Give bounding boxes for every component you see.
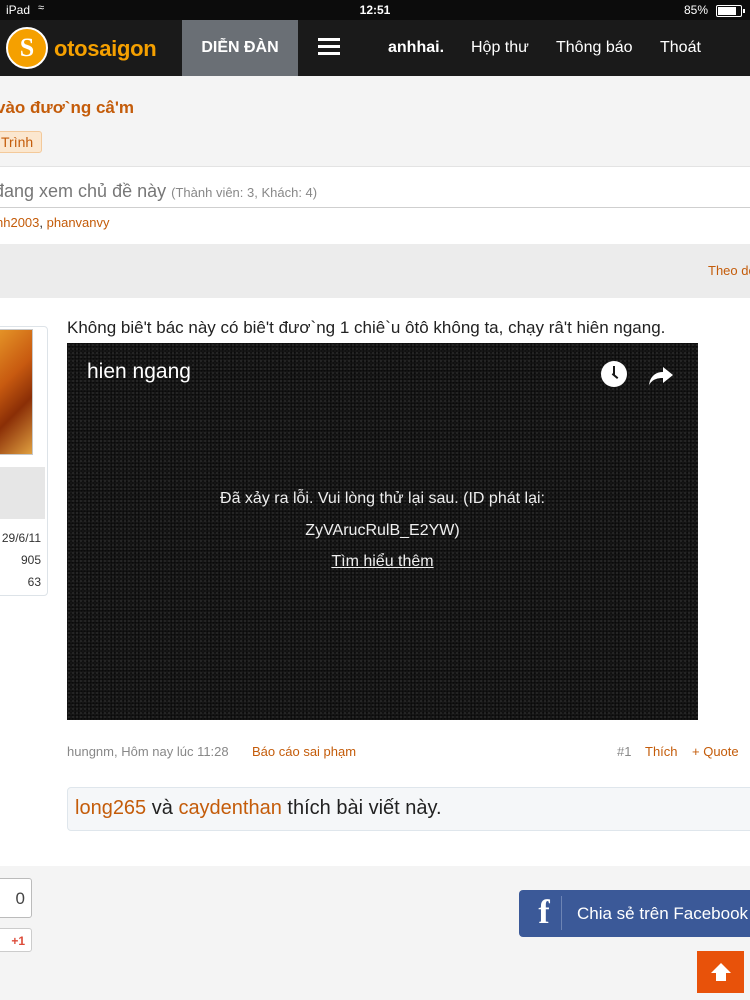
post: 29/6/11 905 63 Không biê't bác này có bi… [0, 298, 750, 866]
thread-toolbar: Theo dõi [0, 244, 750, 298]
alerts-link[interactable]: Thông báo [556, 20, 633, 76]
video-error-line1: Đã xảy ra lỗi. Vui lòng thử lại sau. (ID… [220, 490, 545, 507]
user-title-area [0, 467, 45, 519]
liker-link[interactable]: caydenthan [178, 797, 281, 819]
viewers-heading: đang xem chủ đề này (Thành viên: 3, Khác… [0, 181, 318, 201]
logo-mark: S [6, 27, 48, 69]
logo-text: otosaigon [54, 36, 157, 61]
top-nav: S otosaigon DIỄN ĐÀN anhhai. Hộp thư Thô… [0, 20, 750, 76]
post-number[interactable]: #1 [617, 744, 631, 759]
viewer-list: nh2003, phanvanvy [0, 215, 110, 230]
viewer-link[interactable]: phanvanvy [47, 215, 110, 230]
join-date: 29/6/11 [1, 531, 41, 545]
inbox-link[interactable]: Hộp thư [471, 20, 529, 76]
video-title[interactable]: hien ngang [87, 360, 191, 384]
liker-link[interactable]: long265 [75, 797, 146, 819]
message-count: 905 [20, 553, 41, 567]
clock-icon[interactable] [601, 361, 627, 387]
viewer-link[interactable]: nh2003 [0, 215, 39, 230]
thread-prefix-tag[interactable]: Trình [0, 131, 43, 153]
logout-link[interactable]: Thoát [660, 20, 701, 76]
quote-link[interactable]: + Quote [692, 744, 739, 759]
scroll-to-top-button[interactable] [697, 951, 744, 993]
likes-summary: long265 và caydenthan thích bài viết này… [67, 787, 750, 831]
like-link[interactable]: Thích [645, 744, 678, 759]
arrow-up-icon [711, 963, 731, 981]
battery-percent: 85% [683, 3, 708, 17]
tab-forum[interactable]: DIỄN ĐÀN [182, 20, 298, 76]
like-count: 63 [27, 575, 41, 589]
battery-icon [716, 5, 745, 17]
learn-more-link[interactable]: Tìm hiểu thêm [331, 553, 433, 570]
video-error-line2: ZyVArucRulB_E2YW) [305, 522, 460, 539]
clock-time: 12:51 [359, 3, 391, 17]
user-menu-link[interactable]: anhhai. [388, 20, 444, 76]
menu-icon[interactable] [318, 38, 340, 58]
divider [0, 207, 750, 208]
share-count: 0 [0, 878, 32, 918]
share-icon[interactable] [647, 361, 675, 389]
report-link[interactable]: Báo cáo sai phạm [252, 744, 356, 759]
facebook-share-label: Chia sẻ trên Facebook [577, 904, 749, 923]
viewers-counts: (Thành viên: 3, Khách: 4) [171, 185, 318, 200]
avatar[interactable] [0, 329, 33, 455]
facebook-share-button[interactable]: f Chia sẻ trên Facebook [519, 890, 750, 937]
facebook-icon: f [527, 896, 562, 930]
author-sidebar: 29/6/11 905 63 [0, 326, 48, 596]
follow-thread-link[interactable]: Theo dõi [708, 263, 750, 278]
thread-title: vào đươ`ng câ'm [0, 98, 135, 117]
embedded-video[interactable]: hien ngang Đã xảy ra lỗi. Vui lòng thử l… [67, 343, 698, 720]
viewers-panel: đang xem chủ đề này (Thành viên: 3, Khác… [0, 166, 750, 245]
post-author-time[interactable]: hungnm, Hôm nay lúc 11:28 [67, 744, 229, 759]
status-bar: iPad ≈ 12:51 85% [0, 0, 750, 20]
gplus-button[interactable]: +1 [0, 928, 32, 952]
post-message: Không biê't bác này có biê't đươ`ng 1 ch… [67, 318, 666, 337]
